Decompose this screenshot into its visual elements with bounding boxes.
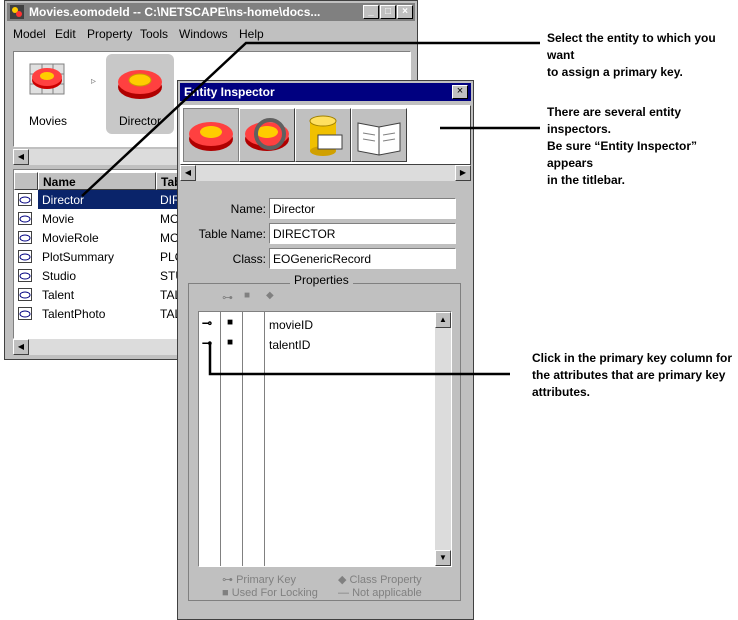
attribute-row[interactable]: ⊸ ■ talentID: [199, 336, 435, 354]
table-row[interactable]: Movie MO: [14, 209, 196, 228]
table-row[interactable]: MovieRole MO: [14, 228, 196, 247]
table-row[interactable]: Director DIR: [14, 190, 196, 209]
maximize-button[interactable]: □: [380, 5, 396, 19]
lock-header-icon[interactable]: ■: [244, 290, 250, 301]
entity-inspector-icon[interactable]: [183, 108, 239, 162]
menu-help[interactable]: Help: [239, 27, 264, 41]
entity-row-icon: [18, 307, 32, 320]
close-button[interactable]: ×: [397, 5, 413, 19]
legend-primary-key: ⊶ Primary Key: [222, 574, 296, 586]
toolbar-scroll-right[interactable]: ▶: [455, 165, 471, 181]
toolbar-scroll-left[interactable]: ◀: [180, 165, 196, 181]
table-row[interactable]: Talent TAL: [14, 285, 196, 304]
inspector-titlebar[interactable]: Entity Inspector ×: [180, 83, 471, 101]
primary-key-icon[interactable]: ⊸: [202, 336, 212, 350]
attribute-row[interactable]: ⊸ ■ movieID: [199, 316, 435, 334]
director-label: Director: [118, 114, 161, 128]
menu-edit[interactable]: Edit: [55, 27, 76, 41]
entity-row-icon: [18, 212, 32, 225]
legend-not-applicable: — Not applicable: [338, 587, 422, 599]
attribute-name: movieID: [269, 318, 314, 332]
entity-row-icon: [18, 250, 32, 263]
main-window-title: Movies.eomodeld -- C:\NETSCAPE\ns-home\d…: [29, 5, 321, 19]
main-window-titlebar[interactable]: Movies.eomodeld -- C:\NETSCAPE\ns-home\d…: [7, 3, 415, 21]
model-icon[interactable]: [28, 58, 68, 98]
name-field[interactable]: Director: [269, 198, 456, 219]
annotation-select-entity: Select the entity to which you want to a…: [547, 31, 716, 79]
header-icon-col[interactable]: [14, 172, 38, 190]
toolbar-scrollbar[interactable]: ◀ ▶: [180, 165, 471, 181]
row-name: Director: [42, 193, 85, 207]
user-info-icon[interactable]: [351, 108, 407, 162]
attribute-list-scrollbar[interactable]: ▲ ▼: [435, 312, 451, 566]
attribute-list: ▲ ▼ ⊸ ■ movieID ⊸ ■ talentID: [198, 311, 452, 567]
row-name: TalentPhoto: [42, 307, 106, 321]
lock-icon[interactable]: ■: [227, 337, 233, 348]
class-label: Class:: [232, 252, 266, 266]
advanced-entity-icon[interactable]: [239, 108, 295, 162]
scroll-left-button[interactable]: ◀: [13, 149, 29, 165]
annotation-primary-key-column: Click in the primary key column for the …: [532, 351, 733, 399]
app-icon: [10, 5, 24, 19]
header-name[interactable]: Name: [38, 172, 156, 190]
table-row[interactable]: Studio STU: [14, 266, 196, 285]
row-name: Movie: [42, 212, 75, 226]
entity-row-icon: [18, 193, 32, 206]
row-name: Studio: [42, 269, 77, 283]
menu-windows[interactable]: Windows: [179, 27, 228, 41]
tree-arrow-icon: ▹: [91, 76, 97, 87]
stored-procedures-icon[interactable]: [295, 108, 351, 162]
row-name: PlotSummary: [42, 250, 115, 264]
lock-icon[interactable]: ■: [227, 317, 233, 328]
inspector-title: Entity Inspector: [184, 85, 275, 99]
class-field[interactable]: EOGenericRecord: [269, 248, 456, 269]
menu-tools[interactable]: Tools: [140, 27, 168, 41]
minimize-button[interactable]: _: [363, 5, 379, 19]
inspector-close-button[interactable]: ×: [452, 85, 468, 99]
table-scroll-left-button[interactable]: ◀: [13, 339, 29, 355]
entity-row-icon: [18, 288, 32, 301]
table-name-label: Table Name:: [198, 227, 266, 241]
primary-key-header-icon[interactable]: ⊶: [222, 291, 233, 304]
entity-icon[interactable]: [114, 62, 166, 104]
entity-inspector-window: Entity Inspector × ◀ ▶ Name: Director Ta…: [177, 80, 474, 620]
name-label: Name:: [230, 202, 266, 216]
row-name: Talent: [42, 288, 75, 302]
entity-table: Name Tab Director DIR Movie MO MovieRole MO Pl…: [13, 169, 197, 339]
movies-label: Movies: [28, 114, 67, 128]
attr-scroll-down[interactable]: ▼: [435, 550, 451, 566]
icon-pane-scrollbar[interactable]: ◀: [13, 149, 183, 165]
row-name: MovieRole: [42, 231, 99, 245]
entity-row-icon: [18, 269, 32, 282]
properties-label: Properties: [290, 273, 353, 287]
menu-model[interactable]: Model: [13, 27, 46, 41]
primary-key-icon[interactable]: ⊸: [202, 316, 212, 330]
table-row[interactable]: PlotSummary PLC: [14, 247, 196, 266]
table-row[interactable]: TalentPhoto TAL: [14, 304, 196, 323]
attr-scroll-up[interactable]: ▲: [435, 312, 451, 328]
entity-row-icon: [18, 231, 32, 244]
attribute-name: talentID: [269, 338, 311, 352]
annotation-inspectors: There are several entity inspectors. Be …: [547, 105, 698, 187]
legend-class-property: ◆ Class Property: [338, 574, 422, 586]
table-name-field[interactable]: DIRECTOR: [269, 223, 456, 244]
table-scrollbar[interactable]: ◀: [13, 339, 183, 355]
class-property-header-icon[interactable]: ◆: [266, 290, 274, 301]
menu-bar: Model Edit Property Tools Windows Help: [7, 25, 415, 43]
inspector-toolbar: [180, 105, 471, 165]
legend-used-for-locking: ■ Used For Locking: [222, 587, 318, 599]
menu-property[interactable]: Property: [87, 27, 132, 41]
